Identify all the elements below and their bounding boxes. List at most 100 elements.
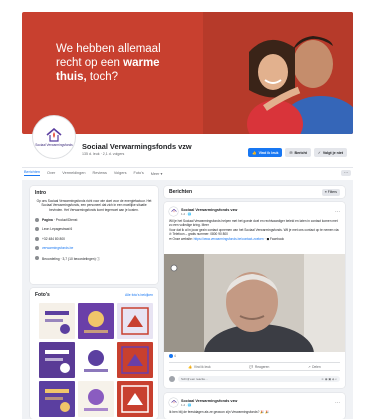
cover-headline-line: We hebben allemaal [56, 43, 161, 55]
intro-address-row: Leon Lepagestraat 6 [35, 227, 153, 232]
intro-description: Op ons Sociaal Verwarmingsfonds richt vo… [36, 199, 152, 212]
intro-title: Intro [35, 190, 47, 196]
action-label: Delen [312, 364, 321, 369]
page-title[interactable]: Sociaal Verwarmingsfonds vzw [82, 142, 192, 151]
tab-posts[interactable]: Berichten [24, 170, 41, 176]
reaction-summary[interactable]: 4 [169, 354, 176, 358]
post-paragraph: ✉ Onze website: https://www.verwarmingsf… [169, 237, 340, 241]
photo-thumbnail[interactable] [117, 342, 153, 378]
photo-thumbnail-art [121, 385, 149, 413]
follow-icon: ✓ [317, 150, 321, 155]
like-page-button[interactable]: 👍 Vind ik leuk [248, 148, 283, 157]
button-label: Bericht [294, 150, 307, 155]
like-post-button[interactable]: 👍 Vind ik leuk [188, 365, 210, 369]
button-label: Vind ik leuk [258, 150, 279, 155]
like-reaction-icon [169, 354, 173, 358]
page-stats[interactable]: 135 d. leuk · 2,1 d. volgers [82, 152, 124, 156]
photo-thumbnail[interactable] [117, 303, 153, 339]
button-label: Volgt je niet [322, 150, 343, 155]
post-text: Wil je het Sociaal Verwarmingsfonds help… [164, 216, 345, 241]
see-all-photos-link[interactable]: Alle foto's bekijken [125, 293, 153, 297]
post-paragraph: Wil je het Sociaal Verwarmingsfonds help… [169, 219, 338, 228]
photo-thumbnail[interactable] [78, 381, 114, 417]
intro-website-link[interactable]: verwarmingsfonds.be [42, 246, 73, 250]
photo-thumbnail-art [45, 311, 70, 334]
photo-thumbnail-art [121, 307, 149, 335]
web-icon [35, 246, 39, 251]
comment-input[interactable]: Schrijf een reactie… ☺ ◉ ▣ ◈ ◐ [178, 375, 340, 382]
photo-thumbnail-art [121, 346, 149, 374]
photo-thumbnail-art [45, 389, 70, 412]
tab-mentions[interactable]: Vermeldingen [62, 171, 85, 175]
post-author[interactable]: Sociaal Verwarmingsfonds vzw [181, 208, 237, 212]
house-logo-icon [170, 400, 177, 404]
share-button[interactable]: ↗ Delen [308, 365, 321, 369]
intro-website-row: verwarmingsfonds.be [35, 246, 153, 251]
tab-about[interactable]: Over [47, 171, 55, 175]
intro-phone-row: +32 484 80 800 [35, 236, 153, 241]
post-options-icon[interactable]: ··· [335, 209, 340, 215]
tab-more[interactable]: Meer ▾ [151, 171, 163, 176]
photo-thumbnail-art [45, 350, 70, 373]
comment-icon: 💬 [249, 364, 254, 369]
tab-reviews[interactable]: Reviews [93, 171, 107, 175]
more-options-button[interactable]: ··· [341, 170, 351, 176]
rating-icon [35, 256, 39, 261]
comment-tools-icons[interactable]: ☺ ◉ ▣ ◈ ◐ [321, 376, 337, 382]
post-timestamp[interactable]: 1 d · 🌐 [181, 212, 237, 216]
photo-thumbnail[interactable] [39, 381, 75, 417]
profile-picture[interactable]: Sociaal Verwarmingsfonds [33, 116, 75, 158]
cover-headline-emphasis: thuis, [56, 71, 87, 83]
author-avatar[interactable] [169, 398, 178, 407]
post-options-icon[interactable]: ··· [335, 400, 340, 406]
post-author[interactable]: Sociaal Verwarmingsfonds vzw [181, 399, 237, 403]
author-avatar[interactable] [169, 207, 178, 216]
tab-photos[interactable]: Foto's [134, 171, 144, 175]
intro-address: Leon Lepagestraat 6 [42, 227, 73, 232]
cover-photo[interactable]: We hebben allemaal recht op een warme th… [22, 12, 353, 134]
house-logo-icon [170, 209, 177, 213]
follow-button[interactable]: ✓ Volgt je niet [313, 148, 347, 157]
comment-button[interactable]: 💬 Reageren [249, 365, 269, 369]
reaction-count: 4 [174, 354, 176, 358]
post-timestamp[interactable]: 1 d · 🌐 [181, 403, 237, 407]
comment-composer: Schrijf een reactie… ☺ ◉ ▣ ◈ ◐ [169, 375, 340, 382]
photo-thumbnail[interactable] [117, 381, 153, 417]
posts-header: Berichten ≡ Filters [164, 186, 345, 198]
phone-icon [35, 236, 39, 241]
tab-followers[interactable]: Volgers [114, 171, 127, 175]
cover-headline-line: toch? [86, 71, 118, 83]
photos-title: Foto's [35, 292, 50, 298]
post: Sociaal Verwarmingsfonds vzw 1 d · 🌐 ···… [164, 393, 345, 419]
intro-category-label: Pagina [42, 217, 53, 222]
photo-thumbnail-art [84, 350, 108, 372]
like-icon: 👍 [188, 364, 193, 369]
post-text-segment: ✉ Onze website: [169, 236, 194, 241]
posts-title: Berichten [169, 189, 193, 195]
post-link[interactable]: https://www.verwarmingsfonds.be/contact-… [194, 237, 264, 241]
user-avatar [169, 375, 175, 382]
photo-thumbnail-art [84, 311, 108, 333]
photo-grid [39, 303, 153, 417]
photo-thumbnail[interactable] [39, 303, 75, 339]
intro-card: Intro Op ons Sociaal Verwarmingsfonds ri… [30, 186, 158, 284]
photo-thumbnail[interactable] [39, 342, 75, 378]
post-text: Ik ben blij de feestdagen als ze gewoon … [169, 410, 270, 414]
share-icon: ↗ [307, 364, 311, 369]
post-header: Sociaal Verwarmingsfonds vzw 1 d · 🌐 ··· [164, 202, 345, 216]
post-image[interactable] [164, 254, 345, 352]
photo-thumbnail[interactable] [78, 342, 114, 378]
photos-card: Foto's Alle foto's bekijken [30, 288, 158, 419]
page-tabs: Berichten Over Vermeldingen Reviews Volg… [22, 167, 353, 178]
page-actions: 👍 Vind ik leuk ✉ Bericht ✓ Volgt je niet [248, 148, 347, 157]
photo-thumbnail-art [84, 389, 108, 411]
message-button[interactable]: ✉ Bericht [285, 148, 311, 157]
intro-rating: Beoordeling · 3,7 (10 beoordelingen) ⓘ [42, 256, 100, 261]
house-logo-icon [46, 127, 62, 142]
info-icon [35, 217, 39, 222]
intro-category-row: Pagina · Product/Dienst [35, 217, 153, 222]
logo-text: Sociaal Verwarmingsfonds [35, 142, 73, 147]
action-label: Vind ik leuk [193, 364, 211, 369]
photo-thumbnail[interactable] [78, 303, 114, 339]
filters-button[interactable]: ≡ Filters [321, 188, 340, 196]
